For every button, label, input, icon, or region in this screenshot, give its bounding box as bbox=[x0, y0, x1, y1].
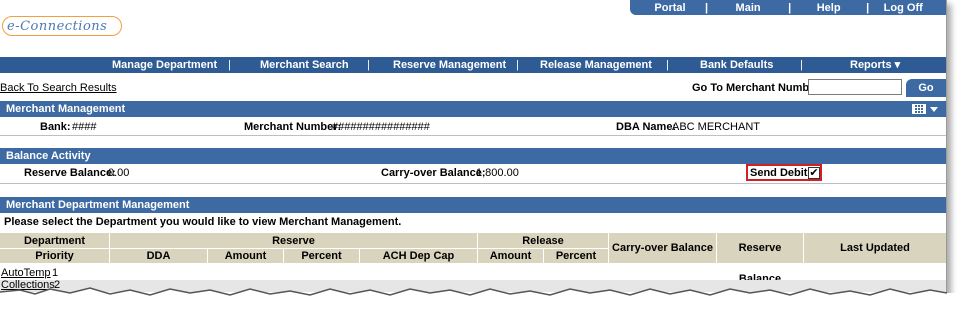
bank-value: #### bbox=[72, 121, 97, 133]
top-nav-main[interactable]: Main bbox=[708, 2, 788, 14]
nav-release-management[interactable]: Release Management bbox=[540, 57, 652, 73]
carryover-balance-value: 1,800.00 bbox=[476, 167, 519, 179]
goto-merchant-label: Go To Merchant Number: bbox=[692, 82, 824, 94]
back-to-search-link[interactable]: Back To Search Results bbox=[0, 82, 117, 94]
department-link[interactable]: AutoTemp bbox=[1, 267, 51, 279]
priority-value: 1 bbox=[52, 267, 59, 279]
reserve-balance-value: 0.00 bbox=[108, 167, 130, 179]
go-button[interactable]: Go bbox=[906, 79, 946, 97]
divider bbox=[0, 135, 946, 136]
col-release-percent: Percent bbox=[544, 249, 609, 264]
nav-manage-department[interactable]: Manage Department bbox=[112, 57, 217, 73]
dba-name-label: DBA Name: bbox=[616, 121, 677, 133]
col-last-updated: Last Updated bbox=[804, 233, 946, 264]
dba-name-value: ABC MERCHANT bbox=[672, 121, 761, 133]
balance-activity-header: Balance Activity bbox=[0, 148, 946, 164]
col-department: Department bbox=[0, 233, 110, 249]
app-window: Portal | Main | Help | Log Off e-Connect… bbox=[0, 0, 947, 296]
checkmark-icon: ✔ bbox=[809, 167, 819, 179]
col-reserve-percent: Percent bbox=[284, 249, 360, 264]
merchant-number-label: Merchant Number: bbox=[244, 121, 342, 133]
col-priority: Priority bbox=[0, 249, 110, 264]
col-dda: DDA bbox=[110, 249, 208, 264]
department-management-header: Merchant Department Management bbox=[0, 197, 946, 213]
send-debit-label: Send Debit: bbox=[750, 167, 812, 179]
col-release: Release bbox=[478, 233, 609, 249]
main-nav: Manage Department | Merchant Search | Re… bbox=[0, 57, 946, 73]
grid-menu-icon[interactable] bbox=[912, 103, 940, 115]
nav-bank-defaults[interactable]: Bank Defaults bbox=[700, 57, 773, 73]
logo-text: e-Connections bbox=[7, 18, 108, 34]
goto-merchant-input[interactable] bbox=[808, 79, 902, 95]
send-debit-checkbox[interactable]: ✔ bbox=[808, 167, 820, 179]
col-reserve: Reserve bbox=[110, 233, 478, 249]
bank-label: Bank: bbox=[40, 121, 71, 133]
col-carryover-balance: Carry-over Balance bbox=[609, 233, 717, 264]
torn-edge bbox=[0, 287, 960, 311]
nav-reports-menu[interactable]: Reports ▾ bbox=[850, 57, 900, 73]
col-release-amount: Amount bbox=[478, 249, 544, 264]
divider bbox=[0, 183, 946, 184]
nav-reserve-management[interactable]: Reserve Management bbox=[393, 57, 506, 73]
department-instruction: Please select the Department you would l… bbox=[4, 216, 402, 228]
reserve-balance-label: Reserve Balance: bbox=[24, 167, 116, 179]
nav-merchant-search[interactable]: Merchant Search bbox=[260, 57, 349, 73]
col-reserve-amount: Amount bbox=[208, 249, 284, 264]
merchant-management-header: Merchant Management bbox=[0, 101, 946, 117]
logo: e-Connections bbox=[2, 16, 122, 36]
top-nav-portal[interactable]: Portal bbox=[635, 2, 705, 14]
top-nav-help[interactable]: Help bbox=[791, 2, 866, 14]
col-ach-dep-cap: ACH Dep Cap bbox=[360, 249, 478, 264]
col-reserve-balance: Reserve Balance bbox=[717, 233, 804, 285]
carryover-balance-label: Carry-over Balance: bbox=[381, 167, 486, 179]
top-nav-logoff[interactable]: Log Off bbox=[869, 2, 937, 14]
merchant-number-value: ################ bbox=[332, 121, 430, 133]
top-nav: Portal | Main | Help | Log Off bbox=[630, 0, 946, 15]
